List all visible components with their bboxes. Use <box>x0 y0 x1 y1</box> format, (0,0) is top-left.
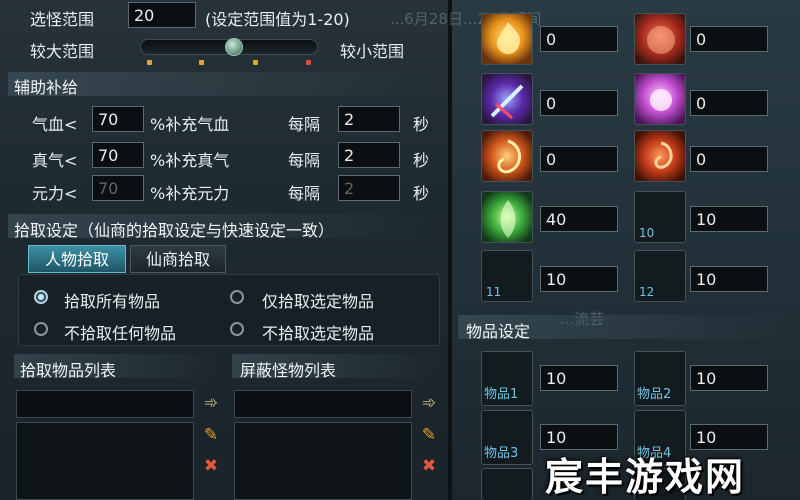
delete-x-icon[interactable]: ✖ <box>418 455 440 477</box>
yuanli-label: 元力< <box>32 184 78 203</box>
add-arrow-icon[interactable]: ➾ <box>200 392 222 414</box>
pickup-list-box[interactable] <box>16 422 194 500</box>
range-input[interactable] <box>128 2 196 28</box>
mp-interval-unit: 秒 <box>413 151 430 170</box>
skill-slot-6[interactable] <box>634 130 686 182</box>
skill-slot-9[interactable]: 11 <box>481 250 533 302</box>
skill-value-input-7[interactable] <box>540 206 618 232</box>
hp-desc: %补充气血 <box>150 115 230 134</box>
skill-value-input-4[interactable] <box>690 90 768 116</box>
radio-exclude-selected[interactable] <box>230 322 244 336</box>
item-slot-1[interactable]: 物品1 <box>481 351 533 406</box>
skill-slot-2[interactable] <box>634 13 686 65</box>
range-slider-knob[interactable] <box>224 38 243 56</box>
block-list-input[interactable] <box>234 390 412 418</box>
slider-tick <box>147 60 152 65</box>
skill-value-input-2[interactable] <box>690 26 768 52</box>
radio-pickup-all[interactable] <box>34 290 48 304</box>
slider-tick <box>306 60 311 65</box>
block-list-title: 屏蔽怪物列表 <box>240 361 337 380</box>
skill-slot-7[interactable] <box>481 191 533 243</box>
edit-pencil-icon[interactable]: ✎ <box>200 424 222 446</box>
supply-section-title: 辅助补给 <box>14 78 79 97</box>
slider-right-label: 较小范围 <box>340 42 405 61</box>
delete-x-icon[interactable]: ✖ <box>200 455 222 477</box>
hp-interval-unit: 秒 <box>413 115 430 134</box>
panel-divider <box>448 0 452 500</box>
slider-left-label: 较大范围 <box>30 42 95 61</box>
slider-tick <box>253 60 258 65</box>
blue-sword-icon <box>490 84 524 120</box>
pink-orb-icon <box>650 89 672 111</box>
item-slot-2[interactable]: 物品2 <box>634 351 686 406</box>
slot-number: 12 <box>639 285 655 299</box>
site-watermark: 宸丰游戏网 <box>545 455 746 499</box>
mp-threshold-input[interactable] <box>92 142 144 168</box>
slider-tick <box>199 60 204 65</box>
add-arrow-icon[interactable]: ➾ <box>418 392 440 414</box>
item-slot-3[interactable]: 物品3 <box>481 410 533 465</box>
radio-pickup-none[interactable] <box>34 322 48 336</box>
items-section-title: 物品设定 <box>466 322 531 341</box>
option-pickup-all-label[interactable]: 拾取所有物品 <box>64 288 160 312</box>
yuanli-interval-unit: 秒 <box>413 184 430 203</box>
hp-interval-label: 每隔 <box>288 115 321 134</box>
item-slot-5[interactable] <box>481 468 533 500</box>
yuanli-interval-label: 每隔 <box>288 184 321 203</box>
hp-interval-input[interactable] <box>338 106 400 132</box>
option-exclude-selected-label[interactable]: 不拾取选定物品 <box>262 320 374 344</box>
slot-number: 10 <box>639 226 655 240</box>
skill-value-input-5[interactable] <box>540 146 618 172</box>
item-value-input-2[interactable] <box>690 365 768 391</box>
skill-value-input-8[interactable] <box>690 206 768 232</box>
block-list-box[interactable] <box>234 422 412 500</box>
skill-slot-3[interactable] <box>481 73 533 125</box>
pickup-section-title: 拾取设定（仙商的拾取设定与快速设定一致） <box>14 221 335 240</box>
skill-value-input-6[interactable] <box>690 146 768 172</box>
tab-character-pickup[interactable]: 人物拾取 <box>28 245 126 273</box>
skill-value-input-3[interactable] <box>540 90 618 116</box>
skill-value-input-1[interactable] <box>540 26 618 52</box>
item-slot-name: 物品2 <box>637 387 672 402</box>
skill-value-input-9[interactable] <box>540 266 618 292</box>
skill-slot-10[interactable]: 12 <box>634 250 686 302</box>
slot-number: 11 <box>486 285 502 299</box>
skill-slot-5[interactable] <box>481 130 533 182</box>
edit-pencil-icon[interactable]: ✎ <box>418 424 440 446</box>
pickup-list-input[interactable] <box>16 390 194 418</box>
yuanli-threshold-input[interactable] <box>92 175 144 201</box>
yuanli-desc: %补充元力 <box>150 184 230 203</box>
mp-interval-label: 每隔 <box>288 151 321 170</box>
tab-merchant-pickup[interactable]: 仙商拾取 <box>130 245 226 273</box>
yuanli-interval-input[interactable] <box>338 175 400 201</box>
option-pickup-selected-label[interactable]: 仅拾取选定物品 <box>262 288 374 312</box>
red-beast-icon <box>647 26 675 54</box>
skill-slot-4[interactable] <box>634 73 686 125</box>
radio-pickup-selected[interactable] <box>230 290 244 304</box>
pickup-list-title: 拾取物品列表 <box>20 361 117 380</box>
hp-label: 气血< <box>32 115 78 134</box>
item-slot-name: 物品1 <box>484 387 519 402</box>
flame-flower-icon <box>496 22 521 54</box>
item-slot-name: 物品3 <box>484 446 519 461</box>
mp-interval-input[interactable] <box>338 142 400 168</box>
skill-slot-1[interactable] <box>481 13 533 65</box>
range-hint: (设定范围值为1-20) <box>205 10 350 29</box>
mp-label: 真气< <box>32 151 78 170</box>
skill-slot-8[interactable]: 10 <box>634 191 686 243</box>
item-value-input-1[interactable] <box>540 365 618 391</box>
fire-swirl-icon <box>497 139 521 174</box>
mp-desc: %补充真气 <box>150 151 230 170</box>
hp-threshold-input[interactable] <box>92 106 144 132</box>
fire-spiral-icon <box>654 141 673 169</box>
option-pickup-none-label[interactable]: 不拾取任何物品 <box>64 320 176 344</box>
skill-value-input-10[interactable] <box>690 266 768 292</box>
green-leaf-icon <box>500 200 516 238</box>
range-label: 选怪范围 <box>30 10 95 29</box>
